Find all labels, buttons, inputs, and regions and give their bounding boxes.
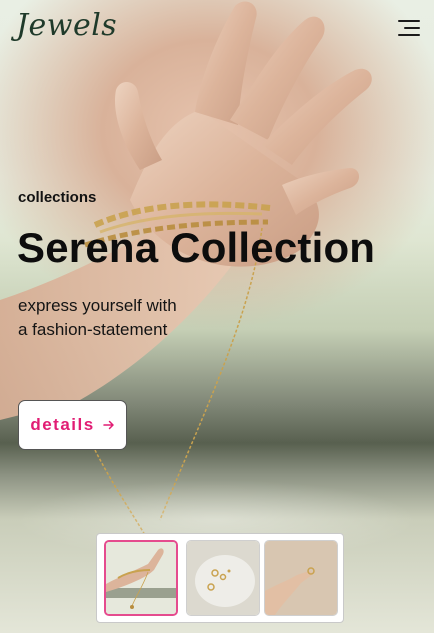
arrow-right-icon <box>102 420 114 430</box>
hero-subtitle: express yourself with a fashion-statemen… <box>18 294 278 342</box>
brand-logo[interactable]: Jewels <box>16 8 117 43</box>
menu-line <box>398 20 420 22</box>
section-eyebrow: collections <box>18 189 97 206</box>
details-button-label: details <box>30 415 95 434</box>
hero-section: Jewels collections Serena Collection exp… <box>0 0 434 633</box>
menu-line <box>404 27 420 29</box>
details-button[interactable]: details <box>18 400 127 450</box>
rings-on-plate-thumbnail[interactable] <box>186 540 260 616</box>
subtitle-line-2: a fashion-statement <box>18 320 168 339</box>
hand-with-chain-thumbnail[interactable] <box>104 540 178 616</box>
hamburger-menu-icon[interactable] <box>398 18 422 38</box>
hand-holding-ring-thumbnail[interactable] <box>264 540 338 616</box>
menu-line <box>398 34 420 36</box>
subtitle-line-1: express yourself with <box>18 296 177 315</box>
hero-title: Serena Collection <box>17 224 376 271</box>
thumbnail-gallery <box>96 533 344 623</box>
